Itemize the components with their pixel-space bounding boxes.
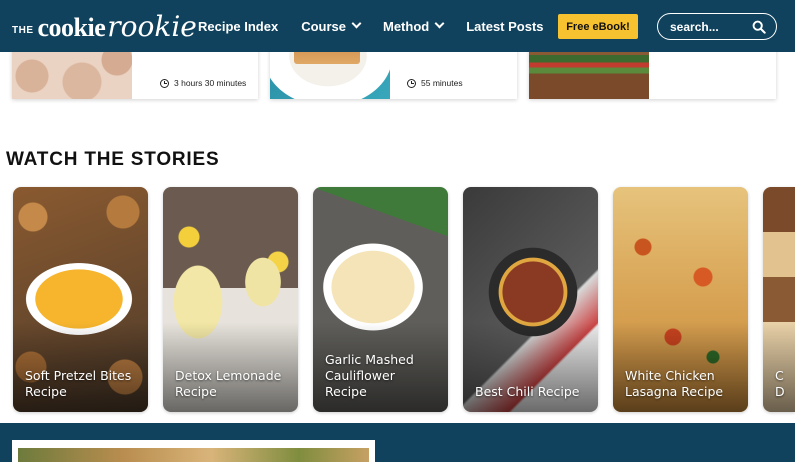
featured-recipe-image	[18, 448, 369, 462]
nav-method[interactable]: Method	[383, 18, 445, 34]
free-ebook-button[interactable]: Free eBook!	[558, 14, 638, 39]
site-header: THE cookie rookie Recipe Index Course Me…	[0, 0, 795, 52]
story-title: Best Chili Recipe	[475, 384, 580, 399]
story-card[interactable]: Best Chili Recipe	[463, 187, 598, 412]
nav-recipe-index[interactable]: Recipe Index	[198, 19, 278, 34]
story-title: Soft Pretzel Bites Recipe	[25, 368, 132, 399]
nav-latest-posts[interactable]: Latest Posts	[466, 19, 543, 34]
chevron-down-icon	[434, 18, 445, 28]
nav-label: Latest Posts	[466, 18, 544, 34]
search-box	[657, 13, 777, 40]
clock-icon	[407, 78, 416, 88]
nav-label: Course	[301, 18, 346, 34]
search-input[interactable]	[670, 19, 750, 34]
search-icon[interactable]	[752, 20, 766, 34]
recipe-time-text: 3 hours 30 minutes	[174, 78, 247, 88]
story-card[interactable]: Garlic Mashed Cauliflower Recipe	[313, 187, 448, 412]
story-card[interactable]: White Chicken Lasagna Recipe	[613, 187, 748, 412]
nav-label: Recipe Index	[198, 18, 279, 34]
section-title: WATCH THE STORIES	[6, 149, 220, 170]
story-card[interactable]: Detox Lemonade Recipe	[163, 187, 298, 412]
story-card[interactable]: C D	[763, 187, 795, 412]
site-logo[interactable]: THE cookie rookie	[12, 10, 197, 43]
story-title: White Chicken Lasagna Recipe	[625, 368, 724, 399]
story-title: Detox Lemonade Recipe	[175, 368, 282, 399]
featured-recipe-card[interactable]	[12, 440, 375, 462]
story-title: Garlic Mashed Cauliflower Recipe	[325, 352, 414, 399]
recipe-time: 55 minutes	[407, 78, 463, 88]
logo-rookie: rookie	[107, 10, 197, 43]
nav-label: Method	[383, 18, 430, 34]
chevron-down-icon	[351, 18, 362, 28]
recipe-time-text: 55 minutes	[421, 78, 463, 88]
nav-course[interactable]: Course	[301, 18, 362, 34]
recipe-time: 3 hours 30 minutes	[160, 78, 246, 88]
clock-icon	[160, 78, 169, 88]
logo-the: THE	[12, 25, 34, 36]
story-title: C D	[775, 368, 785, 399]
logo-cookie: cookie	[37, 13, 106, 42]
story-card[interactable]: Soft Pretzel Bites Recipe	[13, 187, 148, 412]
main-nav: Recipe Index Course Method Latest Posts	[198, 0, 567, 52]
